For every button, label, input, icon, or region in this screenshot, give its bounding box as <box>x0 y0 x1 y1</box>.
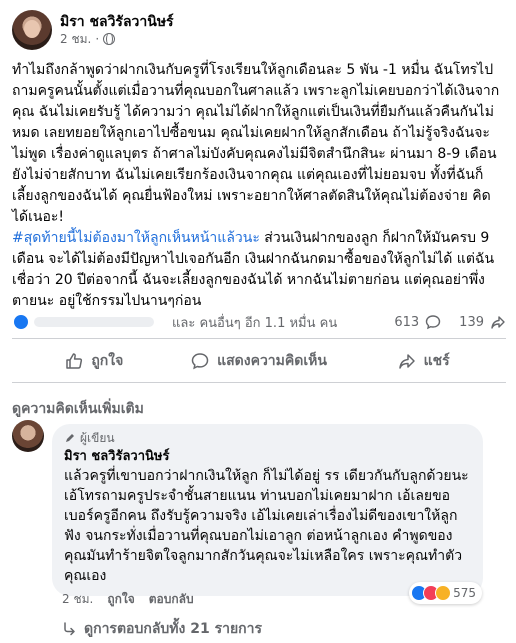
comment-actions: 2 ชม. ถูกใจ ตอบกลับ <box>62 590 194 609</box>
author-block: มิรา ชลวิรัลวานิษร์ 2 ชม. · <box>60 13 174 47</box>
post-hashtag[interactable]: #สุดท้ายนี้ไม่ต้องมาให้ลูกเห็นหน้าแล้วนะ <box>12 230 260 246</box>
post-text-part1: ทำไมถึงกล้าพูดว่าฝากเงินกับครูที่โรงเรีย… <box>12 62 500 225</box>
view-replies-link[interactable]: ดูการตอบกลับทั้ง 21 รายการ <box>62 618 262 640</box>
comment-count-icon <box>425 315 441 330</box>
like-label: ถูกใจ <box>91 353 124 369</box>
share-count-icon <box>491 316 505 329</box>
pen-icon <box>66 434 74 442</box>
care-reaction-icon <box>435 585 452 601</box>
comment-reactions[interactable]: 575 <box>409 582 482 604</box>
comment-count[interactable]: 613 <box>394 315 419 330</box>
thumbs-up-icon <box>66 353 83 369</box>
blurred-names <box>34 317 154 327</box>
view-replies-label: ดูการตอบกลับทั้ง 21 รายการ <box>84 621 263 637</box>
reaction-icons[interactable] <box>12 313 172 331</box>
commenter-name[interactable]: มิรา ชลวิรัลวานิษร์ <box>64 448 471 466</box>
post-body: ทำไมถึงกล้าพูดว่าฝากเงินกับครูที่โรงเรีย… <box>12 60 506 312</box>
like-reaction-icon <box>12 313 30 331</box>
comment-like-button[interactable]: ถูกใจ <box>107 590 134 609</box>
comment-bubble: ผู้เขียน มิรา ชลวิรัลวานิษร์ แล้วครูที่เ… <box>52 424 483 596</box>
author-badge-label: ผู้เขียน <box>80 431 115 445</box>
comment-text: แล้วครูที่เขาบอกว่าฝากเงินให้ลูก ก็ไม่ได… <box>64 468 474 584</box>
comment-reaction-count: 575 <box>453 586 476 600</box>
view-more-comments-link[interactable]: ดูความคิดเห็นเพิ่มเติม <box>12 398 144 420</box>
share-button[interactable]: แชร์ <box>341 344 506 378</box>
divider-top <box>12 338 506 339</box>
comment-time[interactable]: 2 ชม. <box>62 590 93 609</box>
reactions-row: และ คนอื่นๆ อีก 1.1 หมื่น คน 613 139 <box>12 310 506 334</box>
divider-bottom <box>12 382 506 383</box>
reaction-summary[interactable]: และ คนอื่นๆ อีก 1.1 หมื่น คน <box>172 312 394 333</box>
globe-icon <box>103 32 116 45</box>
meta-separator: · <box>95 32 100 46</box>
share-arrow-icon <box>398 354 415 369</box>
reply-arrow-icon <box>64 622 75 636</box>
comment-reply-button[interactable]: ตอบกลับ <box>149 590 194 609</box>
post-meta: 2 ชม. · <box>60 31 174 47</box>
like-button[interactable]: ถูกใจ <box>12 344 177 378</box>
post-header: มิรา ชลวิรัลวานิษร์ 2 ชม. · <box>12 10 174 50</box>
author-avatar[interactable] <box>12 10 52 50</box>
share-label: แชร์ <box>423 353 450 369</box>
commenter-avatar[interactable] <box>12 420 44 452</box>
comment-button[interactable]: แสดงความคิดเห็น <box>177 344 342 378</box>
engagement-counts: 613 139 <box>394 314 506 330</box>
comment-label: แสดงความคิดเห็น <box>217 353 327 369</box>
author-badge: ผู้เขียน <box>64 430 471 446</box>
author-name[interactable]: มิรา ชลวิรัลวานิษร์ <box>60 13 174 31</box>
speech-bubble-icon <box>191 353 209 370</box>
action-bar: ถูกใจ แสดงความคิดเห็น แชร์ <box>12 344 506 378</box>
post-time[interactable]: 2 ชม. <box>60 31 91 47</box>
share-count[interactable]: 139 <box>459 315 484 330</box>
